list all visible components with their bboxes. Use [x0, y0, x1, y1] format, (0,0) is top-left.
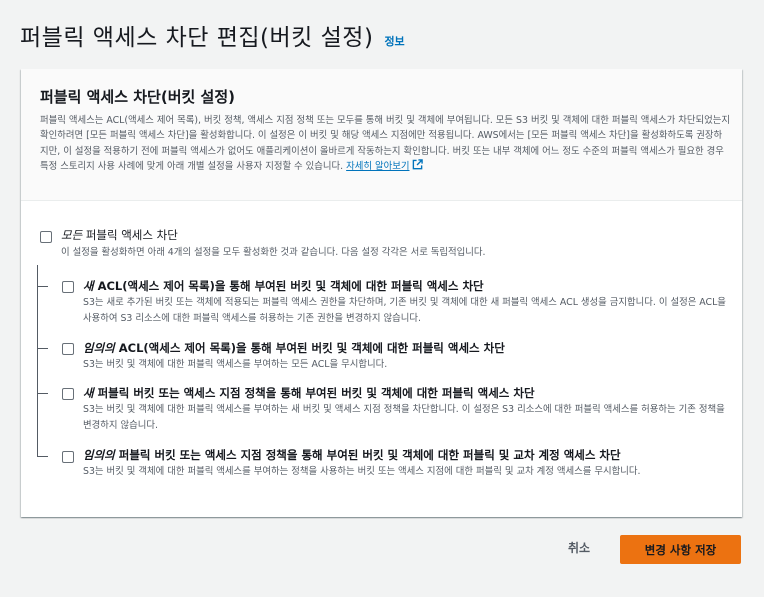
- panel-description: 퍼블릭 액세스는 ACL(액세스 제어 목록), 버킷 정책, 액세스 지점 정…: [40, 113, 730, 175]
- tree-branch: [37, 393, 48, 394]
- block-any-acl-label-emph: 임의의: [83, 341, 115, 355]
- block-all-label: 모든 퍼블릭 액세스 차단: [61, 227, 178, 243]
- block-any-policy-description: S3는 버킷 및 객체에 대한 퍼블릭 액세스를 부여하는 정책을 사용하는 버…: [83, 466, 641, 477]
- block-any-policy-label-emph: 임의의: [83, 448, 115, 462]
- block-all-description: 이 설정을 활성화하면 아래 4개의 설정을 모두 활성화한 것과 같습니다. …: [61, 247, 486, 258]
- page-title: 퍼블릭 액세스 차단 편집(버킷 설정): [20, 25, 374, 51]
- block-all-checkbox[interactable]: [40, 231, 52, 243]
- block-new-acl-label-rest: ACL(액세스 제어 목록)을 통해 부여된 버킷 및 객체에 대한 퍼블릭 액…: [93, 279, 484, 293]
- info-link[interactable]: 정보: [384, 33, 404, 49]
- tree-line: [37, 265, 38, 456]
- tree-branch: [37, 456, 48, 457]
- block-new-policy-label: 새 퍼블릭 버킷 또는 액세스 지점 정책을 통해 부여된 버킷 및 객체에 대…: [83, 385, 535, 401]
- tree-branch: [37, 286, 48, 287]
- save-changes-button[interactable]: 변경 사항 저장: [620, 535, 741, 564]
- block-any-policy-label-rest: 퍼블릭 버킷 또는 액세스 지점 정책을 통해 부여된 버킷 및 객체에 대한 …: [114, 448, 621, 462]
- external-link-icon: [413, 159, 424, 170]
- cancel-button[interactable]: 취소: [568, 539, 590, 556]
- block-any-policy-label: 임의의 퍼블릭 버킷 또는 액세스 지점 정책을 통해 부여된 버킷 및 객체에…: [83, 447, 621, 463]
- learn-more-link[interactable]: 자세히 알아보기: [346, 159, 424, 173]
- block-any-acl-description: S3는 버킷 및 객체에 대한 퍼블릭 액세스를 부여하는 모든 ACL을 무시…: [83, 359, 388, 370]
- learn-more-label: 자세히 알아보기: [346, 161, 410, 173]
- panel-header: 퍼블릭 액세스 차단(버킷 설정) 퍼블릭 액세스는 ACL(액세스 제어 목록…: [21, 69, 742, 201]
- block-new-acl-label-emph: 새: [83, 279, 94, 293]
- block-new-policy-label-rest: 퍼블릭 버킷 또는 액세스 지점 정책을 통해 부여된 버킷 및 객체에 대한 …: [93, 386, 535, 400]
- block-new-acl-checkbox[interactable]: [62, 281, 74, 293]
- block-new-policy-label-emph: 새: [83, 386, 94, 400]
- block-new-acl-label: 새 ACL(액세스 제어 목록)을 통해 부여된 버킷 및 객체에 대한 퍼블릭…: [83, 278, 484, 294]
- block-new-acl-description: S3는 새로 추가된 버킷 또는 객체에 적용되는 퍼블릭 액세스 권한을 차단…: [83, 297, 726, 324]
- block-all-label-rest: 퍼블릭 액세스 차단: [82, 228, 178, 242]
- block-all-label-emph: 모든: [61, 228, 83, 242]
- block-any-acl-checkbox[interactable]: [62, 343, 74, 355]
- page-header: 퍼블릭 액세스 차단 편집(버킷 설정) 정보: [20, 18, 405, 52]
- block-any-acl-label: 임의의 ACL(액세스 제어 목록)을 통해 부여된 버킷 및 객체에 대한 퍼…: [83, 340, 505, 356]
- panel-title: 퍼블릭 액세스 차단(버킷 설정): [40, 88, 235, 106]
- block-any-policy-checkbox[interactable]: [62, 451, 74, 463]
- tree-branch: [37, 348, 48, 349]
- block-new-policy-checkbox[interactable]: [62, 388, 74, 400]
- block-new-policy-description: S3는 버킷 및 객체에 대한 퍼블릭 액세스를 부여하는 새 버킷 및 액세스…: [83, 404, 725, 431]
- block-any-acl-label-rest: ACL(액세스 제어 목록)을 통해 부여된 버킷 및 객체에 대한 퍼블릭 액…: [114, 341, 505, 355]
